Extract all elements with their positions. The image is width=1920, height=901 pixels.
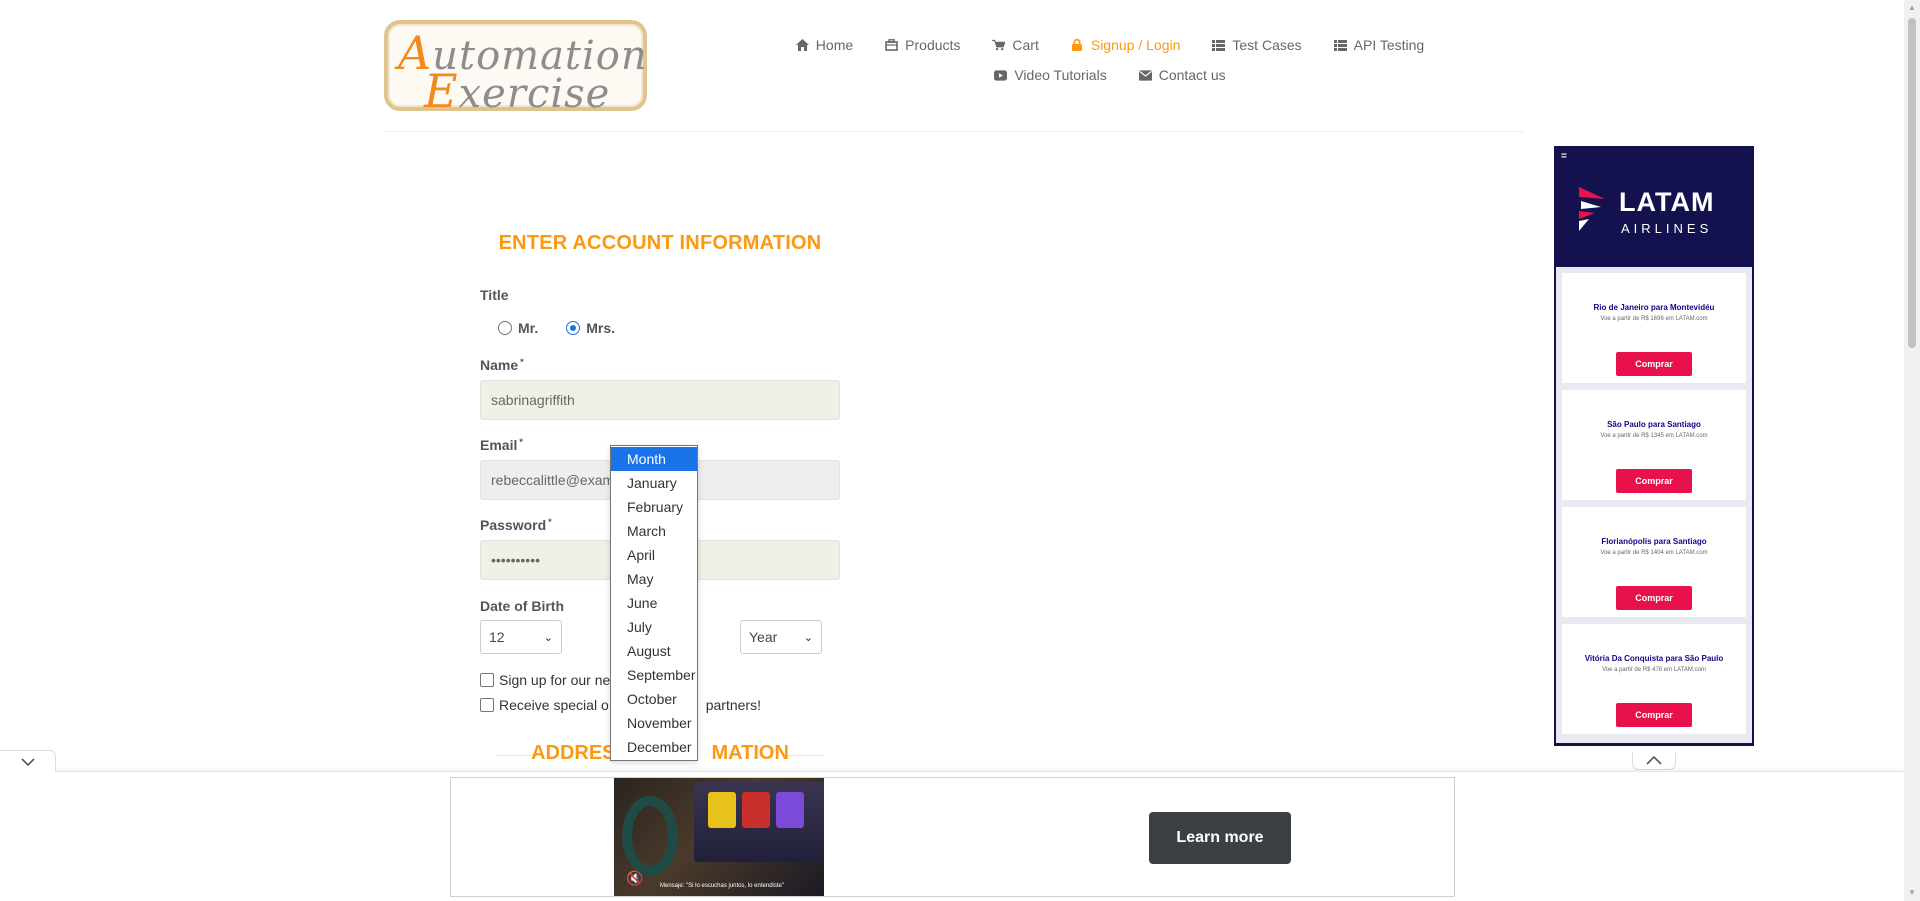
- month-option[interactable]: February: [611, 495, 697, 519]
- name-input[interactable]: sabrinagriffith: [480, 380, 840, 420]
- ad-video[interactable]: 🔇 Mensaje: "Si lo escuchas juntos, lo en…: [614, 778, 824, 896]
- month-option[interactable]: June: [611, 591, 697, 615]
- expand-anchor-ad-button[interactable]: [0, 750, 56, 772]
- form-title: ENTER ACCOUNT INFORMATION: [498, 232, 822, 254]
- chevron-down-icon: ⌄: [803, 631, 813, 644]
- latam-logo: LATAM AIRLINES: [1575, 183, 1735, 243]
- month-option[interactable]: October: [611, 687, 697, 711]
- month-dropdown-list[interactable]: Month January February March April May J…: [610, 445, 698, 761]
- radio-mrs-circle[interactable]: [566, 321, 581, 335]
- products-icon: [885, 39, 898, 52]
- latam-ad[interactable]: = LATAM AIRLINES Rio de Janeiro para Mon…: [1554, 146, 1754, 746]
- comprar-button[interactable]: Comprar: [1616, 469, 1692, 493]
- day-select[interactable]: 12 ⌄: [480, 620, 562, 654]
- ad-menu-icon[interactable]: =: [1561, 151, 1567, 162]
- page-scrollbar[interactable]: ▲ ▼: [1904, 0, 1920, 901]
- month-option[interactable]: September: [611, 663, 697, 687]
- nav-cart[interactable]: Cart: [992, 37, 1039, 53]
- month-option[interactable]: November: [611, 711, 697, 735]
- envelope-icon: [1138, 69, 1152, 82]
- logo-line-2: Exercise: [424, 64, 611, 118]
- muted-speaker-icon[interactable]: 🔇: [626, 870, 643, 887]
- radio-mr[interactable]: Mr.: [498, 320, 538, 336]
- dob-label: Date of Birth: [480, 598, 564, 614]
- scroll-thumb[interactable]: [1908, 18, 1916, 348]
- offer-list: Rio de Janeiro para Montevidéu Voe a par…: [1556, 267, 1752, 743]
- nav-products[interactable]: Products: [885, 37, 960, 53]
- offer-card[interactable]: Rio de Janeiro para Montevidéu Voe a par…: [1562, 273, 1746, 383]
- month-option[interactable]: August: [611, 639, 697, 663]
- month-option[interactable]: May: [611, 567, 697, 591]
- comprar-button[interactable]: Comprar: [1616, 586, 1692, 610]
- bottom-ad[interactable]: 🔇 Mensaje: "Si lo escuchas juntos, lo en…: [450, 777, 1455, 897]
- header-divider: [384, 131, 1524, 132]
- password-label: Password *: [480, 517, 552, 533]
- scroll-up-arrow-icon[interactable]: ▲: [1908, 4, 1916, 12]
- month-option[interactable]: July: [611, 615, 697, 639]
- month-option[interactable]: Month: [611, 447, 697, 471]
- offers-checkbox[interactable]: [480, 698, 494, 712]
- chevron-up-icon: [1646, 756, 1662, 765]
- lock-icon: [1071, 39, 1084, 52]
- email-label: Email *: [480, 437, 523, 453]
- title-label: Title: [480, 287, 509, 303]
- chevron-down-icon: [20, 757, 35, 766]
- site-logo[interactable]: Automation Exercise: [384, 20, 647, 118]
- month-option[interactable]: December: [611, 735, 697, 759]
- name-label: Name *: [480, 357, 524, 373]
- home-icon: [795, 39, 809, 52]
- radio-mrs[interactable]: Mrs.: [566, 320, 615, 336]
- nav-test-cases[interactable]: Test Cases: [1212, 37, 1302, 53]
- offer-card[interactable]: São Paulo para Santiago Voe a partir de …: [1562, 390, 1746, 500]
- headphones-image: [622, 796, 678, 876]
- scroll-down-arrow-icon[interactable]: ▼: [1908, 889, 1916, 897]
- list-icon: [1333, 39, 1347, 52]
- tv-image: [694, 782, 824, 862]
- youtube-icon: [994, 69, 1008, 82]
- latam-mark-icon: [1579, 187, 1605, 231]
- title-radio-group: Mr. Mrs.: [498, 320, 615, 336]
- list-icon: [1212, 39, 1226, 52]
- comprar-button[interactable]: Comprar: [1616, 703, 1692, 727]
- month-option[interactable]: January: [611, 471, 697, 495]
- radio-mr-circle[interactable]: [498, 321, 512, 335]
- nav-contact-us[interactable]: Contact us: [1138, 67, 1226, 83]
- collapse-ad-button[interactable]: [1632, 752, 1676, 770]
- month-option[interactable]: April: [611, 543, 697, 567]
- nav-signup-login[interactable]: Signup / Login: [1071, 37, 1180, 53]
- newsletter-checkbox[interactable]: [480, 673, 494, 687]
- offer-card[interactable]: Vitória Da Conquista para São Paulo Voe …: [1562, 624, 1746, 734]
- learn-more-button[interactable]: Learn more: [1149, 812, 1291, 864]
- nav-video-tutorials[interactable]: Video Tutorials: [994, 67, 1107, 83]
- newsletter-checkbox-row[interactable]: Sign up for our ne: [480, 672, 610, 688]
- month-option[interactable]: March: [611, 519, 697, 543]
- comprar-button[interactable]: Comprar: [1616, 352, 1692, 376]
- nav-api-testing[interactable]: API Testing: [1333, 37, 1424, 53]
- nav-home[interactable]: Home: [795, 37, 853, 53]
- main-nav: Home Products Cart Signup / Login Test C…: [780, 30, 1440, 90]
- cart-icon: [992, 39, 1006, 52]
- offer-card[interactable]: Florianópolis para Santiago Voe a partir…: [1562, 507, 1746, 617]
- chevron-down-icon: ⌄: [543, 631, 553, 644]
- year-select[interactable]: Year ⌄: [740, 620, 822, 654]
